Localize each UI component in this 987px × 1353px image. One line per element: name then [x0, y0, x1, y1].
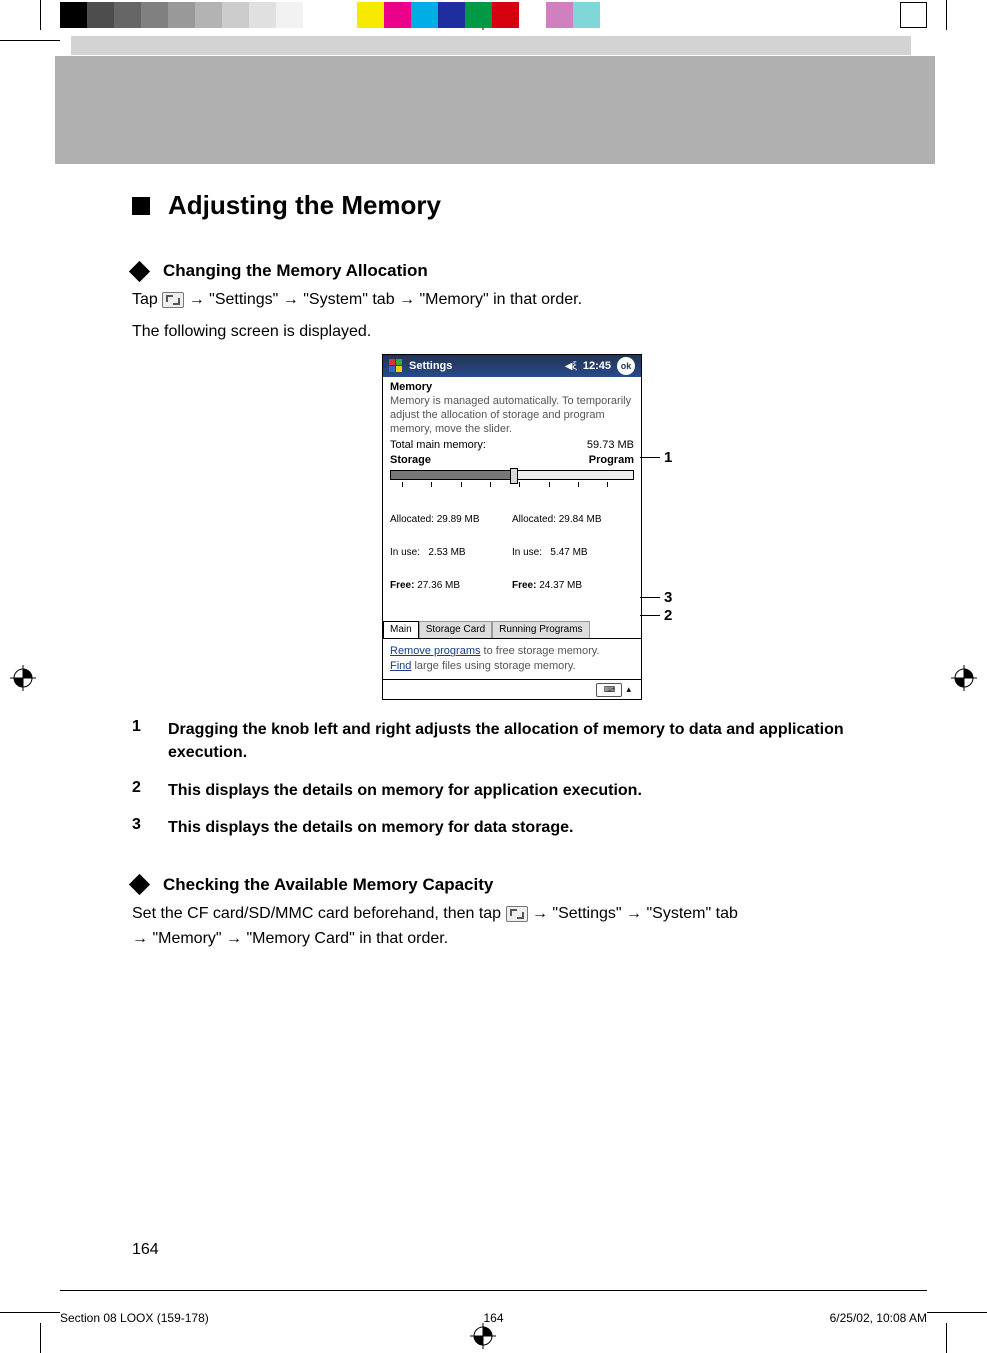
footer-middle: 164 [483, 1311, 503, 1325]
footer-links: Remove programs to free storage memory. … [383, 639, 641, 679]
storage-free-l: Free: [390, 580, 414, 591]
p1-a: Tap [132, 291, 162, 308]
registration-mark-icon [951, 665, 977, 691]
page-content: Adjusting the Memory Changing the Memory… [132, 190, 892, 952]
heading-sub1: Changing the Memory Allocation [163, 261, 428, 281]
t2: This displays the details on memory for … [168, 779, 642, 802]
slider-ticks [390, 482, 634, 490]
heading-sub2: Checking the Available Memory Capacity [163, 875, 493, 895]
tab-running-programs[interactable]: Running Programs [492, 621, 589, 638]
p3-b: → "Settings" → "System" tab [532, 905, 738, 922]
paragraph-2: The following screen is displayed. [132, 319, 892, 345]
tab-main[interactable]: Main [383, 621, 419, 638]
storage-inuse: In use: 2.53 MB [390, 547, 512, 558]
print-color-bar [60, 2, 627, 28]
n2: 2 [132, 779, 146, 802]
start-menu-icon [162, 292, 184, 308]
program-label: Program [589, 454, 634, 466]
storage-allocated: Allocated: 29.89 MB [390, 514, 512, 525]
screen-heading: Memory [383, 377, 641, 395]
callout-3: 3 [664, 589, 672, 606]
memory-stats: Allocated: 29.89 MB In use: 2.53 MB Free… [383, 490, 641, 619]
link-find[interactable]: Find [390, 660, 411, 672]
p1-b: → "Settings" → "System" tab → "Memory" i… [189, 291, 582, 308]
clock-time: 12:45 [583, 360, 611, 372]
registration-mark-icon [10, 665, 36, 691]
start-menu-icon [506, 906, 528, 922]
memory-settings-screenshot: Settings ◀ξ 12:45 ok Memory Memory is ma… [382, 354, 642, 700]
tab-storage-card[interactable]: Storage Card [419, 621, 492, 638]
storage-label: Storage [390, 454, 431, 466]
t1: Dragging the knob left and right adjusts… [168, 718, 892, 764]
program-free-l: Free: [512, 580, 536, 591]
sip-arrow-icon[interactable]: ▴ [626, 684, 631, 695]
callout-2: 2 [664, 607, 672, 624]
total-label: Total main memory: [390, 439, 486, 451]
windows-logo-icon [389, 359, 403, 373]
print-footer: Section 08 LOOX (159-178) 164 6/25/02, 1… [60, 1311, 927, 1325]
tabs-row: Main Storage Card Running Programs [383, 619, 641, 639]
paragraph-1: Tap → "Settings" → "System" tab → "Memor… [132, 287, 892, 313]
heading-main: Adjusting the Memory [168, 190, 441, 221]
memory-slider[interactable] [390, 470, 634, 480]
n1: 1 [132, 718, 146, 764]
program-free-v: 24.37 MB [536, 580, 582, 591]
page-number: 164 [132, 1241, 159, 1259]
n3: 3 [132, 816, 146, 839]
storage-free-v: 27.36 MB [414, 580, 460, 591]
sip-bar: ⌨ ▴ [383, 679, 641, 699]
keyboard-icon[interactable]: ⌨ [596, 683, 622, 697]
registration-mark-icon [470, 1323, 496, 1349]
program-inuse: In use: 5.47 MB [512, 547, 634, 558]
p3-c: → "Memory" → "Memory Card" in that order… [132, 926, 892, 952]
titlebar-label: Settings [409, 360, 559, 372]
link1-b: to free storage memory. [480, 645, 599, 657]
link2-b: large files using storage memory. [411, 660, 575, 672]
diamond-bullet-icon [129, 874, 150, 895]
footer-left: Section 08 LOOX (159-178) [60, 1311, 209, 1325]
link-remove-programs[interactable]: Remove programs [390, 645, 480, 657]
numbered-list: 1 Dragging the knob left and right adjus… [132, 718, 892, 839]
diamond-bullet-icon [129, 260, 150, 281]
footer-right: 6/25/02, 10:08 AM [830, 1311, 927, 1325]
t3: This displays the details on memory for … [168, 816, 573, 839]
titlebar: Settings ◀ξ 12:45 ok [383, 355, 641, 377]
header-grey-band [55, 56, 935, 164]
p3-a: Set the CF card/SD/MMC card beforehand, … [132, 905, 506, 922]
square-bullet-icon [132, 197, 150, 215]
color-swatch-outline [900, 2, 927, 28]
screen-desc: Memory is managed automatically. To temp… [383, 395, 641, 436]
header-light-strip [71, 36, 911, 55]
ok-button[interactable]: ok [617, 357, 635, 375]
total-value: 59.73 MB [587, 439, 634, 451]
paragraph-3: Set the CF card/SD/MMC card beforehand, … [132, 901, 892, 927]
screenshot-with-callouts: Settings ◀ξ 12:45 ok Memory Memory is ma… [352, 354, 672, 700]
callout-1: 1 [664, 449, 672, 466]
speaker-icon: ◀ξ [565, 361, 577, 372]
program-allocated: Allocated: 29.84 MB [512, 514, 634, 525]
